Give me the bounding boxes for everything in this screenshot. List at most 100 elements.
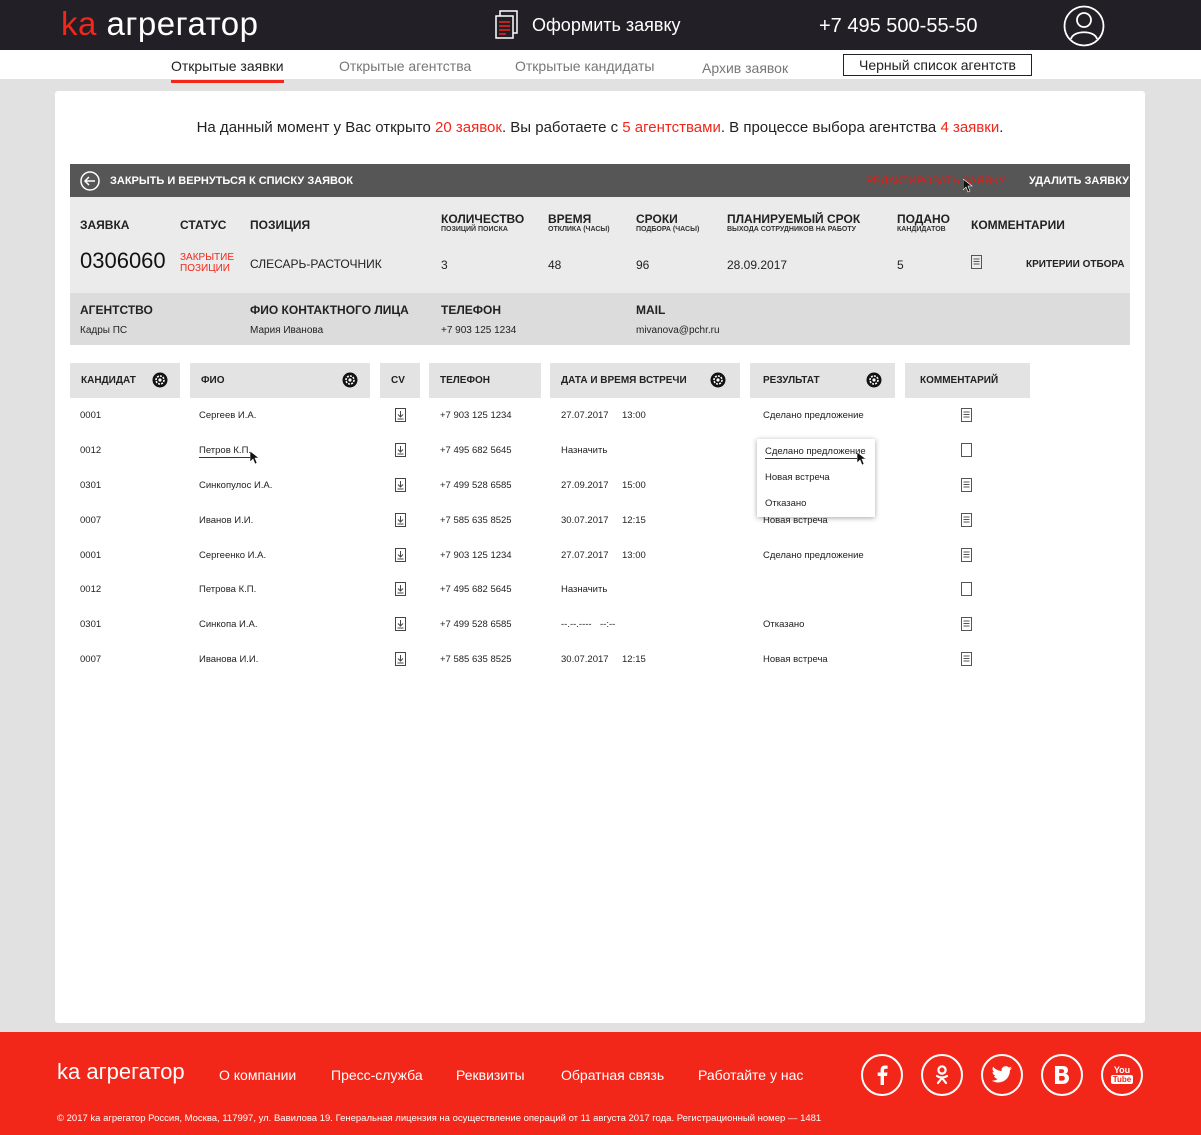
dropdown-option-rejected[interactable]: Отказано — [765, 498, 806, 509]
vkontakte-icon[interactable] — [1041, 1054, 1083, 1096]
result-value[interactable]: Сделано предложение — [763, 410, 864, 421]
nav-archive[interactable]: Архив заявок — [702, 60, 788, 76]
column-header-phone[interactable]: ТЕЛЕФОН — [429, 363, 541, 398]
cv-download-icon[interactable] — [395, 478, 406, 492]
footer-link-press[interactable]: Пресс-служба — [331, 1067, 423, 1083]
cv-download-icon[interactable] — [395, 582, 406, 596]
nav-open-agencies[interactable]: Открытые агентства — [339, 58, 471, 74]
footer-link-about[interactable]: О компании — [219, 1067, 296, 1083]
candidate-phone: +7 585 635 8525 — [440, 515, 512, 526]
order-request-button[interactable]: Оформить заявку — [494, 10, 681, 40]
footer-link-careers[interactable]: Работайте у нас — [698, 1067, 803, 1083]
column-header-candidate[interactable]: КАНДИДАТ — [70, 363, 180, 398]
cv-download-icon[interactable] — [395, 513, 406, 527]
header-terms: СРОКИ — [636, 212, 678, 226]
dropdown-option-offer[interactable]: Сделано предложение — [765, 446, 866, 459]
comment-icon[interactable] — [961, 478, 972, 492]
meeting-time[interactable]: --:-- — [600, 619, 615, 630]
meeting-time[interactable]: 15:00 — [622, 480, 646, 491]
main-panel: На данный момент у Вас открыто 20 заявок… — [55, 91, 1145, 1023]
comment-icon[interactable] — [961, 548, 972, 562]
candidate-id: 0007 — [80, 515, 102, 526]
comment-icon[interactable] — [971, 255, 982, 269]
gear-icon[interactable] — [342, 372, 358, 388]
empty-comment-icon[interactable] — [961, 582, 972, 596]
selection-criteria-link[interactable]: КРИТЕРИИ ОТБОРА — [1026, 259, 1124, 270]
column-header-meeting[interactable]: ДАТА И ВРЕМЯ ВСТРЕЧИ — [550, 363, 740, 398]
order-button-label: Оформить заявку — [532, 14, 681, 35]
candidate-name[interactable]: Сергеенко И.А. — [199, 550, 266, 561]
user-icon[interactable] — [1063, 5, 1105, 52]
cv-download-icon[interactable] — [395, 617, 406, 631]
facebook-icon[interactable] — [861, 1054, 903, 1096]
meeting-date[interactable]: Назначить — [561, 445, 607, 456]
candidate-name[interactable]: Петрова К.П. — [199, 584, 256, 595]
meeting-date[interactable]: 30.07.2017 — [561, 654, 609, 665]
result-value[interactable]: Сделано предложение — [763, 550, 864, 561]
meeting-time[interactable]: 13:00 — [622, 550, 646, 561]
header-comments: КОММЕНТАРИИ — [971, 218, 1065, 232]
gear-icon[interactable] — [866, 372, 882, 388]
meeting-time[interactable]: 12:15 — [622, 515, 646, 526]
column-header-cv[interactable]: CV — [380, 363, 420, 398]
open-requests-count[interactable]: 20 заявок — [435, 119, 502, 136]
candidate-name[interactable]: Иванов И.И. — [199, 515, 253, 526]
close-back-button[interactable]: ЗАКРЫТЬ И ВЕРНУТЬСЯ К СПИСКУ ЗАЯВОК — [80, 171, 353, 191]
footer-link-requisites[interactable]: Реквизиты — [456, 1067, 525, 1083]
meeting-time[interactable]: 12:15 — [622, 654, 646, 665]
youtube-logo: You Tube — [1110, 1066, 1134, 1084]
column-header-result[interactable]: РЕЗУЛЬТАТ — [750, 363, 895, 398]
empty-comment-icon[interactable] — [961, 443, 972, 457]
meeting-time[interactable]: 13:00 — [622, 410, 646, 421]
cv-download-icon[interactable] — [395, 443, 406, 457]
odnoklassniki-icon[interactable] — [921, 1054, 963, 1096]
meeting-date[interactable]: --.--.---- — [561, 619, 592, 630]
cv-download-icon[interactable] — [395, 652, 406, 666]
gear-icon[interactable] — [710, 372, 726, 388]
header-position: ПОЗИЦИЯ — [250, 218, 311, 232]
selecting-count[interactable]: 4 заявки — [940, 119, 999, 136]
cv-download-icon[interactable] — [395, 548, 406, 562]
twitter-icon[interactable] — [981, 1054, 1023, 1096]
column-label: КАНДИДАТ — [81, 375, 136, 386]
meeting-date[interactable]: Назначить — [561, 584, 607, 595]
meeting-date[interactable]: 27.07.2017 — [561, 410, 609, 421]
arrow-left-icon — [80, 171, 100, 191]
edit-request-button[interactable]: РЕДАКТИРОВАТЬ ЗАЯВКУ — [866, 175, 1005, 187]
column-label: КОММЕНТАРИЙ — [920, 375, 999, 386]
column-header-name[interactable]: ФИО — [190, 363, 370, 398]
comment-icon[interactable] — [961, 617, 972, 631]
comment-icon[interactable] — [961, 513, 972, 527]
column-header-comment[interactable]: КОММЕНТАРИЙ — [905, 363, 1030, 398]
youtube-icon[interactable]: You Tube — [1101, 1054, 1143, 1096]
blacklist-button[interactable]: Черный список агентств — [843, 54, 1032, 76]
candidate-name[interactable]: Петров К.П. — [199, 445, 252, 458]
comment-icon[interactable] — [961, 652, 972, 666]
phone-number[interactable]: +7 495 500-55-50 — [819, 15, 977, 38]
candidate-name[interactable]: Синкопа И.А. — [199, 619, 257, 630]
comment-icon[interactable] — [961, 408, 972, 422]
gear-icon[interactable] — [152, 372, 168, 388]
candidate-name[interactable]: Синкопулос И.А. — [199, 480, 272, 491]
candidate-name[interactable]: Иванова И.И. — [199, 654, 258, 665]
logo[interactable]: ka агрегатор — [61, 5, 259, 43]
header-agency-phone: ТЕЛЕФОН — [441, 303, 501, 317]
meeting-date[interactable]: 27.07.2017 — [561, 550, 609, 561]
result-value[interactable]: Отказано — [763, 619, 804, 630]
nav-open-requests[interactable]: Открытые заявки — [171, 58, 284, 83]
nav-open-candidates[interactable]: Открытые кандидаты — [515, 58, 655, 74]
cv-download-icon[interactable] — [395, 408, 406, 422]
footer-link-feedback[interactable]: Обратная связь — [561, 1067, 664, 1083]
candidate-name[interactable]: Сергеев И.А. — [199, 410, 256, 421]
header-status: СТАТУС — [180, 218, 227, 232]
dropdown-option-new-meeting[interactable]: Новая встреча — [765, 472, 830, 483]
footer: ka агрегатор О компании Пресс-служба Рек… — [0, 1032, 1201, 1135]
delete-request-button[interactable]: УДАЛИТЬ ЗАЯВКУ — [1029, 175, 1129, 187]
result-value[interactable]: Новая встреча — [763, 654, 828, 665]
meeting-date[interactable]: 30.07.2017 — [561, 515, 609, 526]
agencies-count[interactable]: 5 агентствами — [622, 119, 721, 136]
summary-part: . В процессе выбора агентства — [720, 119, 941, 136]
meeting-date[interactable]: 27.09.2017 — [561, 480, 609, 491]
agency-mail[interactable]: mivanova@pchr.ru — [636, 325, 720, 336]
footer-logo[interactable]: ka агрегатор — [57, 1059, 185, 1085]
